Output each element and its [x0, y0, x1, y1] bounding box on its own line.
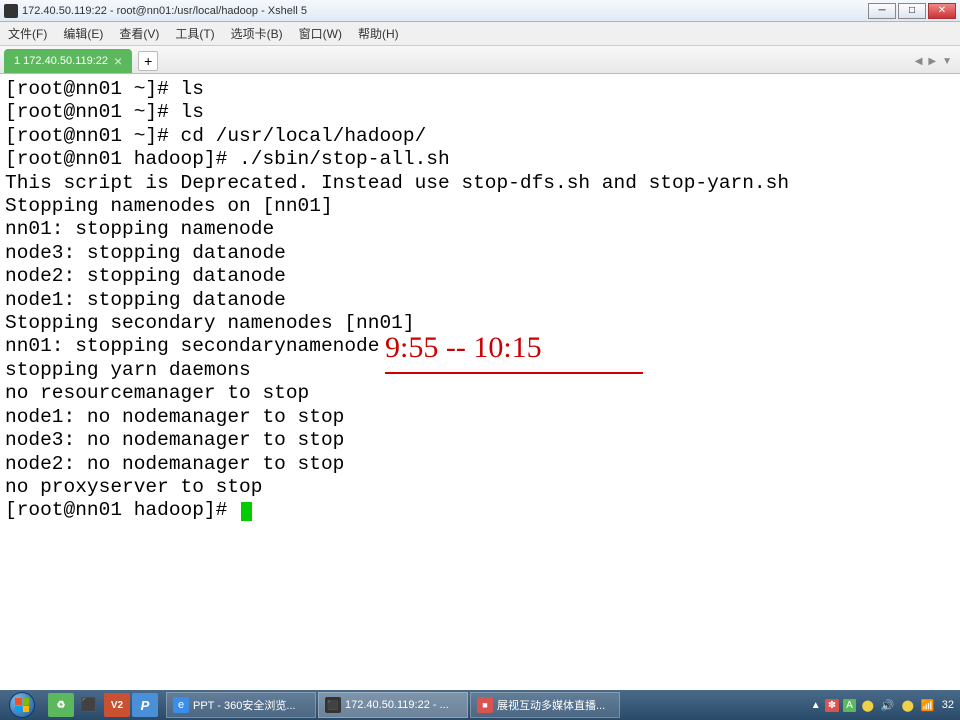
- terminal-output: [root@nn01 ~]# ls [root@nn01 ~]# ls [roo…: [5, 78, 960, 523]
- close-button[interactable]: ✕: [928, 3, 956, 19]
- network-icon[interactable]: 📶: [920, 697, 936, 713]
- time-annotation: 9:55 -- 10:15: [385, 331, 542, 365]
- media-icon: ■: [477, 697, 493, 713]
- maximize-button[interactable]: □: [898, 3, 926, 19]
- pinned-app-2[interactable]: ⬛: [76, 693, 102, 717]
- task-label: 展视互动多媒体直播...: [497, 697, 605, 713]
- system-tray: ▲ ✽ A ⬤ 🔊 ⬤ 📶 32: [807, 697, 960, 713]
- pinned-app-4[interactable]: P: [132, 693, 158, 717]
- minimize-button[interactable]: ─: [868, 3, 896, 19]
- annotation-underline: [385, 372, 643, 374]
- window-title: 172.40.50.119:22 - root@nn01:/usr/local/…: [22, 5, 868, 17]
- tray-expand-icon[interactable]: ▲: [811, 700, 821, 711]
- new-tab-button[interactable]: +: [138, 51, 158, 71]
- tray-icon-1[interactable]: ⬤: [860, 697, 876, 713]
- session-tab[interactable]: 1 172.40.50.119:22 ×: [4, 49, 132, 73]
- ie-icon: e: [173, 697, 189, 713]
- clock-time: 32: [942, 699, 954, 711]
- clock[interactable]: 32: [940, 699, 956, 711]
- cursor: [241, 502, 252, 521]
- ime-indicator-2[interactable]: A: [843, 699, 856, 712]
- taskbar: ♻ ⬛ V2 P e PPT - 360安全浏览... ⬛ 172.40.50.…: [0, 690, 960, 720]
- taskbar-items: e PPT - 360安全浏览... ⬛ 172.40.50.119:22 - …: [166, 692, 620, 718]
- tabbar-controls: ◀ ▶ ▼: [915, 56, 952, 67]
- pinned-app-3[interactable]: V2: [104, 693, 130, 717]
- menu-tabs[interactable]: 选项卡(B): [229, 23, 285, 44]
- window-controls: ─ □ ✕: [868, 3, 956, 19]
- task-item-browser[interactable]: e PPT - 360安全浏览...: [166, 692, 316, 718]
- xshell-icon: ⬛: [325, 697, 341, 713]
- tray-icon-2[interactable]: 🔊: [880, 697, 896, 713]
- start-button[interactable]: [0, 690, 44, 720]
- task-item-xshell[interactable]: ⬛ 172.40.50.119:22 - ...: [318, 692, 468, 718]
- menu-file[interactable]: 文件(F): [6, 23, 49, 44]
- pinned-apps: ♻ ⬛ V2 P: [44, 693, 162, 717]
- menu-edit[interactable]: 编辑(E): [61, 23, 105, 44]
- titlebar: 172.40.50.119:22 - root@nn01:/usr/local/…: [0, 0, 960, 22]
- ime-indicator-1[interactable]: ✽: [825, 699, 839, 712]
- tray-icon-3[interactable]: ⬤: [900, 697, 916, 713]
- start-orb-icon: [9, 692, 35, 718]
- app-icon: [4, 4, 18, 18]
- terminal[interactable]: [root@nn01 ~]# ls [root@nn01 ~]# ls [roo…: [0, 74, 960, 689]
- task-label: 172.40.50.119:22 - ...: [345, 699, 449, 711]
- tab-dropdown-icon[interactable]: ▼: [942, 56, 952, 67]
- menubar: 文件(F) 编辑(E) 查看(V) 工具(T) 选项卡(B) 窗口(W) 帮助(…: [0, 22, 960, 46]
- menu-window[interactable]: 窗口(W): [297, 23, 344, 44]
- tab-prev-icon[interactable]: ◀: [915, 56, 923, 67]
- tab-next-icon[interactable]: ▶: [928, 56, 936, 67]
- task-item-media[interactable]: ■ 展视互动多媒体直播...: [470, 692, 620, 718]
- tab-label: 1 172.40.50.119:22: [14, 55, 108, 67]
- menu-view[interactable]: 查看(V): [117, 23, 161, 44]
- task-label: PPT - 360安全浏览...: [193, 697, 296, 713]
- pinned-app-1[interactable]: ♻: [48, 693, 74, 717]
- tab-close-icon[interactable]: ×: [114, 53, 122, 69]
- tabbar: 1 172.40.50.119:22 × + ◀ ▶ ▼: [0, 46, 960, 74]
- menu-tools[interactable]: 工具(T): [173, 23, 216, 44]
- menu-help[interactable]: 帮助(H): [356, 23, 401, 44]
